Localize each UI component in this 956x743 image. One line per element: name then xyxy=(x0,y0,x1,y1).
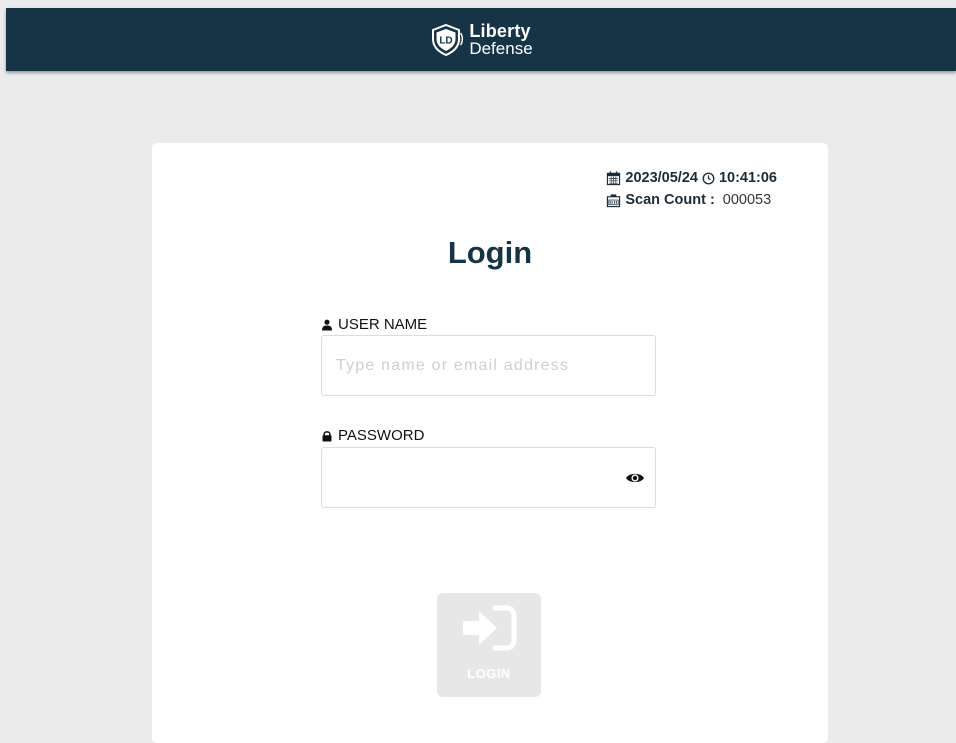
password-label: PASSWORD xyxy=(321,427,424,444)
login-button-label: LOGIN xyxy=(467,666,511,681)
scan-count-label: Scan Count : xyxy=(625,192,715,208)
shield-logo-text: LD xyxy=(440,35,453,46)
brand-name-line2: Defense xyxy=(469,38,533,58)
clock-icon xyxy=(702,172,715,184)
shield-logo-icon: LD xyxy=(432,23,464,56)
lock-icon xyxy=(322,430,332,441)
user-icon xyxy=(322,319,332,330)
sign-in-icon xyxy=(463,605,517,651)
current-date: 2023/05/24 xyxy=(625,170,698,186)
current-time: 10:41:06 xyxy=(718,170,777,186)
status-info: 2023/05/24 10:41:06 Scan Count : 000053 xyxy=(606,167,777,211)
top-bar: LD Liberty Defense xyxy=(6,8,956,71)
password-label-text: PASSWORD xyxy=(338,427,425,444)
counter-icon xyxy=(607,193,621,207)
password-field-container xyxy=(321,447,656,508)
scan-count-value: 000053 xyxy=(722,192,772,208)
username-label: USER NAME xyxy=(321,316,427,333)
brand-name-line1: Liberty xyxy=(469,20,531,41)
brand: LD Liberty Defense xyxy=(429,20,533,58)
brand-text: Liberty Defense xyxy=(469,20,533,58)
username-input[interactable] xyxy=(322,336,655,395)
calendar-icon xyxy=(607,170,621,185)
login-card: 2023/05/24 10:41:06 Scan Count : 000053 … xyxy=(152,143,828,743)
password-input[interactable] xyxy=(322,448,655,507)
date-time-row: 2023/05/24 10:41:06 xyxy=(606,167,777,189)
username-label-text: USER NAME xyxy=(338,316,428,333)
username-field-container xyxy=(321,335,656,396)
scan-count-row: Scan Count : 000053 xyxy=(606,189,777,211)
page-title: Login xyxy=(447,235,533,270)
login-button[interactable]: LOGIN xyxy=(437,593,541,697)
eye-icon[interactable] xyxy=(625,470,645,486)
